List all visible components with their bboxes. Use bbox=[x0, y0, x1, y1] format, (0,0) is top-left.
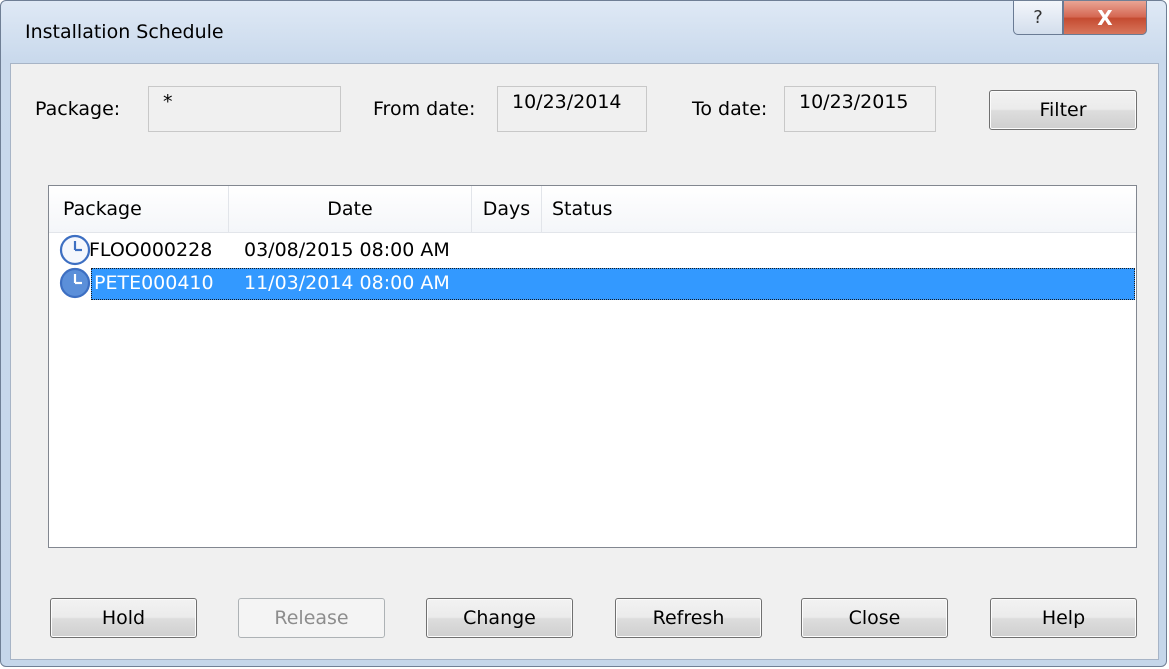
from-date-field[interactable]: 10/23/2014 bbox=[497, 86, 647, 132]
from-date-label: From date: bbox=[373, 98, 476, 120]
clock-icon bbox=[59, 267, 91, 299]
to-date-field[interactable]: 10/23/2015 bbox=[784, 86, 936, 132]
window-title: Installation Schedule bbox=[25, 21, 224, 43]
row-date: 03/08/2015 08:00 AM bbox=[244, 239, 450, 261]
clock-icon bbox=[59, 234, 91, 266]
to-date-label: To date: bbox=[692, 98, 768, 120]
package-label: Package: bbox=[35, 98, 121, 120]
help-button[interactable]: Help bbox=[990, 598, 1137, 638]
close-icon: X bbox=[1097, 5, 1113, 30]
column-header-days[interactable]: Days bbox=[472, 186, 542, 232]
row-date: 11/03/2014 08:00 AM bbox=[244, 272, 450, 294]
hold-button[interactable]: Hold bbox=[50, 598, 197, 638]
help-titlebar-button[interactable]: ? bbox=[1013, 1, 1063, 35]
schedule-list[interactable]: Package Date Days Status FLOO000228 03/0… bbox=[48, 185, 1137, 548]
filter-button[interactable]: Filter bbox=[989, 90, 1137, 130]
question-icon: ? bbox=[1033, 7, 1043, 28]
row-package: FLOO000228 bbox=[89, 239, 213, 261]
close-button[interactable]: Close bbox=[801, 598, 948, 638]
table-row-selected[interactable]: PETE000410 11/03/2014 08:00 AM bbox=[57, 267, 1135, 300]
package-field[interactable]: * bbox=[148, 86, 341, 132]
close-titlebar-button[interactable]: X bbox=[1063, 1, 1147, 35]
dialog-body: Package: * From date: 10/23/2014 To date… bbox=[10, 63, 1159, 660]
row-package: PETE000410 bbox=[94, 272, 214, 294]
table-row[interactable]: FLOO000228 03/08/2015 08:00 AM bbox=[57, 234, 1135, 267]
refresh-button[interactable]: Refresh bbox=[615, 598, 762, 638]
list-header: Package Date Days Status bbox=[49, 186, 1136, 233]
column-header-date[interactable]: Date bbox=[229, 186, 472, 232]
column-header-status[interactable]: Status bbox=[542, 186, 1136, 232]
installation-schedule-dialog: Installation Schedule ? X Package: * Fro… bbox=[0, 0, 1167, 667]
column-header-package[interactable]: Package bbox=[49, 186, 229, 232]
change-button[interactable]: Change bbox=[426, 598, 573, 638]
release-button: Release bbox=[238, 598, 385, 638]
